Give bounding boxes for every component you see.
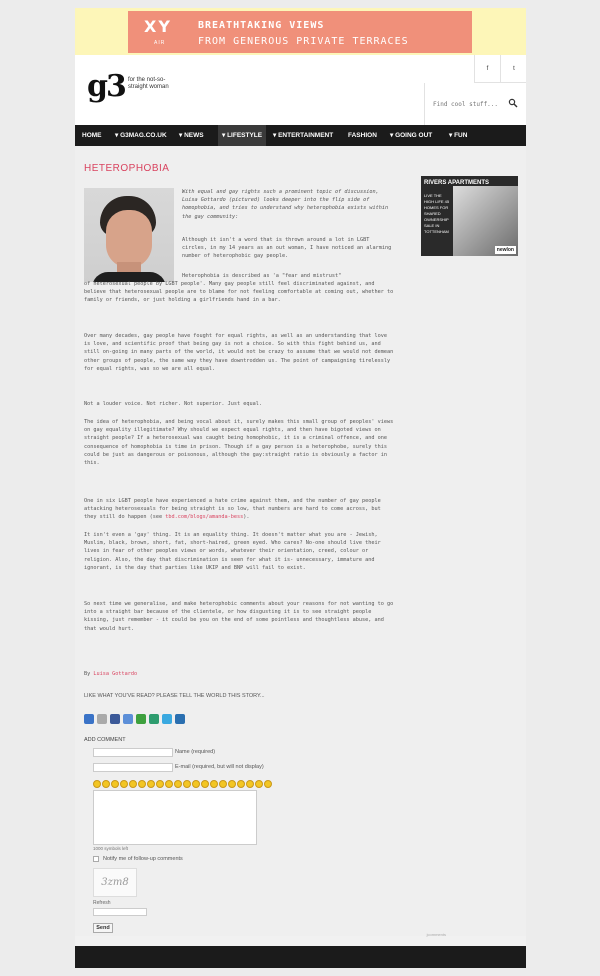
linkedin-icon[interactable] — [175, 714, 185, 724]
smiley-icon[interactable] — [255, 780, 263, 788]
smiley-icon[interactable] — [201, 780, 209, 788]
banner-subline: FROM GENEROUS PRIVATE TERRACES — [198, 36, 409, 47]
stumbleupon-icon[interactable] — [136, 714, 146, 724]
article-paragraph: of heterosexual people by LGBT people'. … — [84, 281, 394, 304]
nav-lifestyle[interactable]: ▾ LIFESTYLE — [218, 125, 267, 146]
banner-ad[interactable]: XY AIR BREATHTAKING VIEWS FROM GENEROUS … — [128, 11, 472, 53]
send-button[interactable]: Send — [93, 923, 113, 933]
smiley-icon[interactable] — [165, 780, 173, 788]
banner-headline: BREATHTAKING VIEWS — [198, 20, 325, 31]
twitter-icon[interactable]: t — [501, 55, 527, 83]
digg-icon[interactable] — [97, 714, 107, 724]
share-heading: LIKE WHAT YOU'VE READ? PLEASE TELL THE W… — [84, 693, 265, 699]
smiley-icon[interactable] — [210, 780, 218, 788]
nav-home[interactable]: HOME — [82, 125, 102, 146]
smiley-icon[interactable] — [120, 780, 128, 788]
main-nav: HOME ▾ G3MAG.CO.UK ▾ NEWS ▾ LIFESTYLE ▾ … — [75, 125, 526, 146]
banner-logo: XY — [144, 17, 172, 36]
captcha-input[interactable] — [93, 908, 147, 916]
article-paragraph: One in six LGBT people have experienced … — [84, 497, 394, 522]
nav-news[interactable]: ▾ NEWS — [179, 125, 204, 146]
article-link[interactable]: tbd.com/blogs/amanda-bess — [165, 514, 243, 520]
email-label: E-mail (required, but will not display) — [175, 764, 264, 770]
article-text: ). — [243, 514, 250, 521]
smiley-icon[interactable] — [183, 780, 191, 788]
smiley-icon[interactable] — [192, 780, 200, 788]
smiley-icon[interactable] — [93, 780, 101, 788]
article-paragraph: So next time we generalise, and make het… — [84, 601, 394, 632]
captcha-refresh-link[interactable]: Refresh — [93, 900, 111, 906]
site-logo[interactable]: g3 — [87, 69, 127, 104]
smiley-icon[interactable] — [174, 780, 182, 788]
article-title: HETEROPHOBIA — [84, 163, 170, 174]
notify-checkbox[interactable] — [93, 856, 99, 862]
name-field[interactable] — [93, 748, 173, 757]
site-header: g3 for the not-so-straight woman f t — [75, 55, 526, 125]
smiley-icon[interactable] — [264, 780, 272, 788]
facebook-icon[interactable]: f — [475, 55, 501, 83]
article-paragraph: The idea of heterophobia, and being voca… — [84, 419, 394, 467]
reddit-icon[interactable] — [149, 714, 159, 724]
article-paragraph: Over many decades, gay people have fough… — [84, 333, 394, 372]
article-paragraph: Heterophobia is described as 'a "fear an… — [182, 273, 342, 279]
site-tagline: for the not-so-straight woman — [128, 77, 169, 90]
sidebar-ad-brand: RIVERS APARTMENTS — [424, 180, 490, 186]
smiley-icon[interactable] — [156, 780, 164, 788]
delicious-icon[interactable] — [84, 714, 94, 724]
banner-strip: XY AIR BREATHTAKING VIEWS FROM GENEROUS … — [75, 8, 526, 55]
nav-g3mag[interactable]: ▾ G3MAG.CO.UK — [115, 125, 167, 146]
name-label: Name (required) — [175, 749, 216, 755]
article-paragraph: Not a louder voice. Not richer. Not supe… — [84, 401, 263, 407]
article-intro: With equal and gay rights such a promine… — [182, 189, 389, 220]
site-footer — [75, 946, 526, 968]
smiley-icon[interactable] — [219, 780, 227, 788]
banner-logo-sub: AIR — [154, 40, 166, 46]
nav-going-out[interactable]: ▾ GOING OUT — [390, 125, 432, 146]
add-comment-heading: ADD COMMENT — [84, 737, 126, 743]
smiley-icon[interactable] — [228, 780, 236, 788]
notify-label: Notify me of follow-up comments — [103, 856, 183, 862]
twitter-icon[interactable] — [162, 714, 172, 724]
smiley-icon[interactable] — [102, 780, 110, 788]
comment-textarea[interactable] — [93, 790, 257, 845]
search-icon[interactable] — [508, 98, 518, 108]
captcha-image: 3zm8 — [93, 868, 137, 897]
nav-entertainment[interactable]: ▾ ENTERTAINMENT — [273, 125, 333, 146]
article-paragraph: Although it isn't a word that is thrown … — [182, 237, 392, 260]
social-links: f t — [474, 55, 526, 83]
search-box — [424, 83, 526, 125]
main-content: HETEROPHOBIA With equal and gay rights s… — [75, 146, 526, 937]
nav-fashion[interactable]: FASHION — [348, 125, 377, 146]
article-paragraph: It isn't even a 'gay' thing. It is an eq… — [84, 532, 381, 571]
author-photo — [84, 188, 174, 282]
byline: By Luisa Gottardo — [84, 670, 284, 678]
email-field[interactable] — [93, 763, 173, 772]
sidebar-ad-copy: LIVE THE HIGH LIFE 45 HOMES FOR SHARED O… — [424, 193, 450, 234]
page: XY AIR BREATHTAKING VIEWS FROM GENEROUS … — [75, 8, 526, 968]
nav-fun[interactable]: ▾ FUN — [449, 125, 467, 146]
smiley-icon[interactable] — [129, 780, 137, 788]
symbols-counter: 1000 symbols left — [93, 846, 129, 851]
facebook-icon[interactable] — [110, 714, 120, 724]
smiley-icon[interactable] — [138, 780, 146, 788]
search-input[interactable] — [433, 98, 505, 110]
smiley-icon[interactable] — [111, 780, 119, 788]
comments-credit: jcomments — [426, 932, 446, 937]
byline-prefix: By — [84, 671, 94, 677]
byline-author-link[interactable]: Luisa Gottardo — [93, 671, 137, 677]
smiley-icon[interactable] — [237, 780, 245, 788]
smiley-icon[interactable] — [147, 780, 155, 788]
sidebar-ad[interactable]: RIVERS APARTMENTS LIVE THE HIGH LIFE 45 … — [421, 176, 518, 256]
smiley-icon[interactable] — [246, 780, 254, 788]
sidebar-ad-partner: newlon — [494, 246, 516, 254]
google-icon[interactable] — [123, 714, 133, 724]
